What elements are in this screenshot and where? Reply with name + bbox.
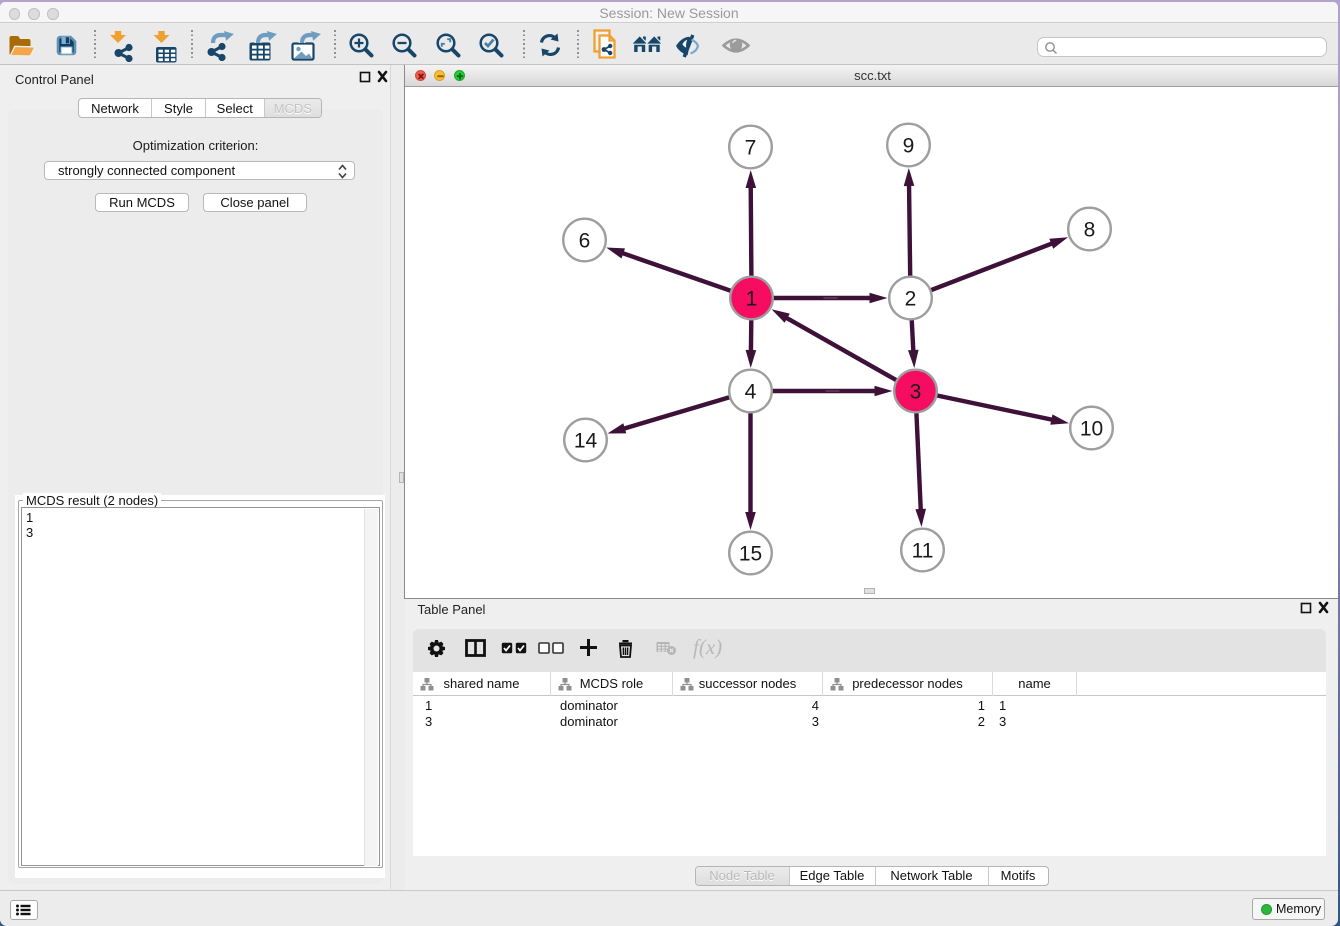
svg-text:10: 10 (1080, 417, 1103, 440)
svg-text:11: 11 (912, 539, 934, 562)
svg-text:6: 6 (579, 229, 591, 252)
svg-text:2: 2 (905, 287, 917, 310)
svg-text:9: 9 (903, 134, 915, 157)
svg-text:8: 8 (1084, 218, 1096, 241)
svg-text:1: 1 (746, 287, 758, 310)
svg-text:4: 4 (745, 380, 757, 403)
svg-text:3: 3 (910, 380, 922, 403)
svg-text:15: 15 (739, 542, 762, 565)
svg-text:14: 14 (574, 429, 598, 452)
svg-text:7: 7 (745, 136, 757, 159)
